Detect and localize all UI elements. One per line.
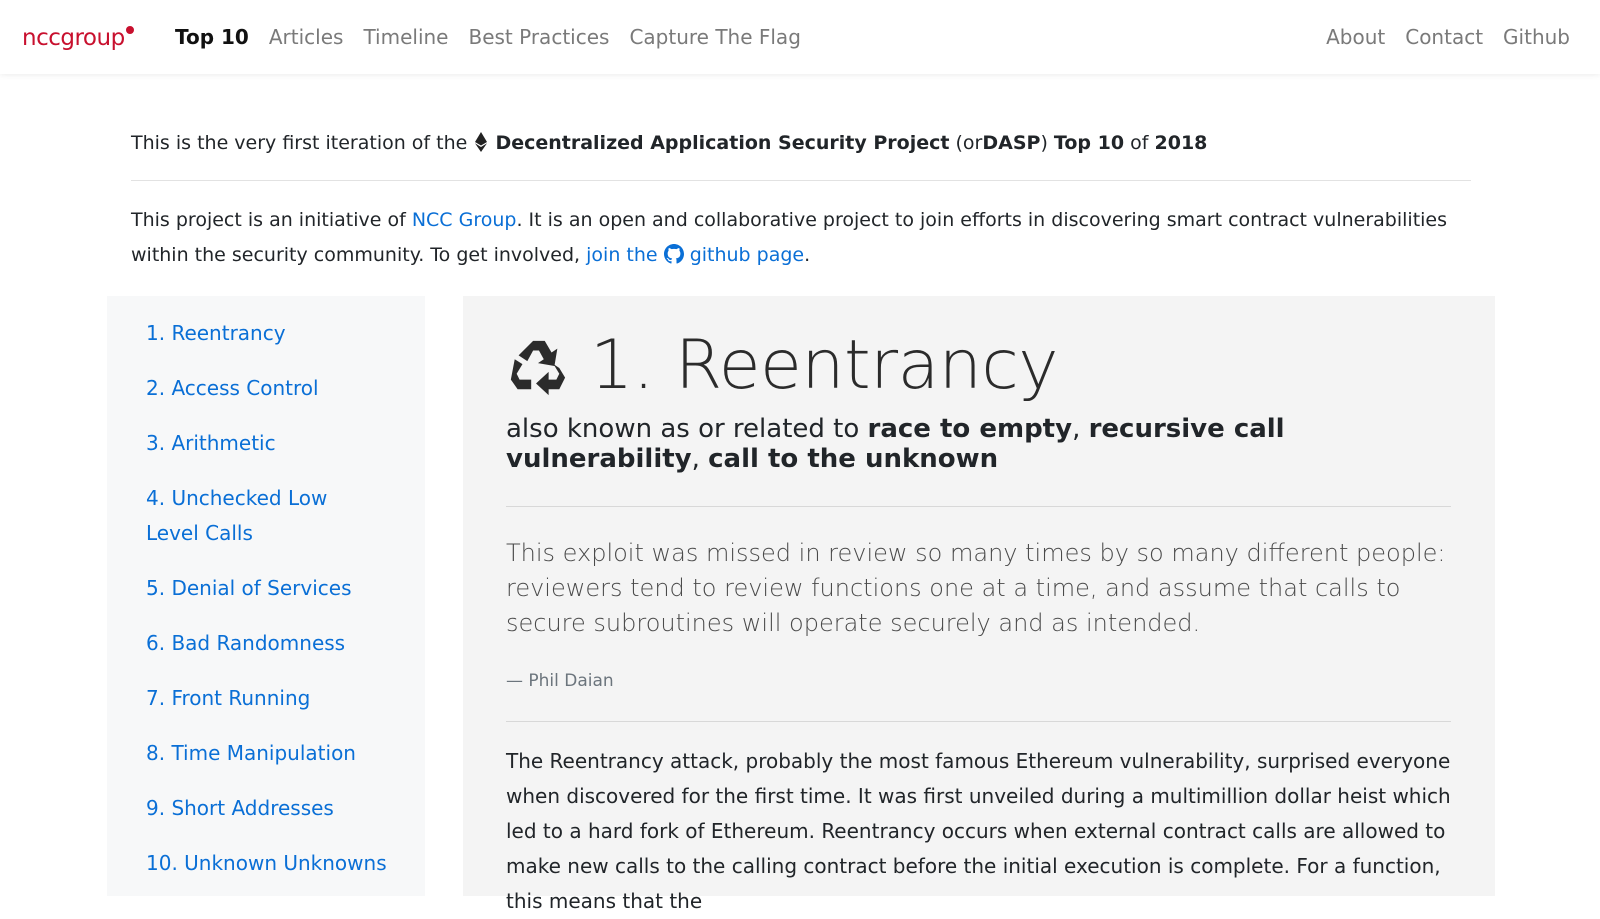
sidebar-item-bad-randomness[interactable]: 6. Bad Randomness (146, 626, 396, 661)
article-heading: 1. Reentrancy (506, 328, 1058, 404)
nav-contact[interactable]: Contact (1405, 24, 1483, 50)
divider (131, 180, 1471, 181)
year: 2018 (1154, 132, 1208, 154)
nav-articles[interactable]: Articles (269, 24, 344, 50)
quote-text: This exploit was missed in review so man… (506, 539, 1446, 637)
paren-open: (or (955, 132, 983, 154)
nav-right: About Contact Github (1306, 24, 1570, 50)
nccgroup-logo[interactable]: nccgroup (22, 22, 134, 54)
sidebar-item-short-addresses[interactable]: 9. Short Addresses (146, 791, 396, 826)
ethereum-icon (475, 132, 488, 152)
paren-close: ) (1040, 132, 1048, 154)
aka-prefix: also known as or related to (506, 414, 860, 444)
aka-line: also known as or related to race to empt… (506, 414, 1285, 474)
top10-label: Top 10 (1053, 132, 1125, 154)
initiative-paragraph: This project is an initiative of NCC Gro… (131, 203, 1471, 273)
nav-left: Top 10 Articles Timeline Best Practices … (175, 24, 821, 50)
github-page-link[interactable]: join the github page (586, 244, 804, 266)
nav-github[interactable]: Github (1503, 24, 1570, 50)
nav-capture-the-flag[interactable]: Capture The Flag (629, 24, 800, 50)
sidebar-item-access-control[interactable]: 2. Access Control (146, 371, 396, 406)
sidebar-item-unknown-unknowns[interactable]: 10. Unknown Unknowns (146, 846, 396, 881)
ncc-group-link[interactable]: NCC Group (412, 209, 517, 231)
nav-best-practices[interactable]: Best Practices (468, 24, 609, 50)
sidebar-item-reentrancy[interactable]: 1. Reentrancy (146, 316, 396, 351)
article-title: 1. Reentrancy (590, 326, 1058, 405)
aka-term: race to empty (867, 414, 1073, 444)
acronym: DASP (982, 132, 1041, 154)
github-page-text: github page (689, 244, 805, 266)
sidebar-item-arithmetic[interactable]: 3. Arithmetic (146, 426, 396, 461)
aka-term: call to the unknown (708, 444, 999, 474)
top-navbar: nccgroup Top 10 Articles Timeline Best P… (0, 0, 1600, 74)
sidebar-item-front-running[interactable]: 7. Front Running (146, 681, 396, 716)
initiative-prefix: This project is an initiative of (131, 209, 406, 231)
sidebar: 1. Reentrancy 2. Access Control 3. Arith… (107, 296, 425, 896)
article-body: The Reentrancy attack, probably the most… (506, 749, 1451, 913)
initiative-suffix: . (804, 244, 811, 266)
of-word: of (1130, 132, 1149, 154)
nav-timeline[interactable]: Timeline (363, 24, 448, 50)
logo-mark-icon (125, 26, 134, 34)
sidebar-item-unchecked-low-level-calls[interactable]: 4. Unchecked Low Level Calls (146, 481, 381, 551)
nav-about[interactable]: About (1326, 24, 1385, 50)
sidebar-item-time-manipulation[interactable]: 8. Time Manipulation (146, 736, 396, 771)
intro-line: This is the very first iteration of the … (131, 128, 1471, 158)
recycle-icon (510, 340, 566, 396)
join-the-text: join the (586, 244, 658, 266)
divider (506, 721, 1451, 722)
nav-top10[interactable]: Top 10 (175, 24, 249, 50)
project-name: Decentralized Application Security Proje… (495, 132, 950, 154)
logo-text: nccgroup (22, 25, 125, 51)
sidebar-item-denial-of-services[interactable]: 5. Denial of Services (146, 571, 396, 606)
intro-prefix: This is the very first iteration of the (131, 132, 468, 154)
article-card: 1. Reentrancy also known as or related t… (463, 296, 1495, 913)
quote-author: — Phil Daian (506, 671, 614, 691)
github-icon (663, 244, 684, 264)
divider (506, 506, 1451, 507)
